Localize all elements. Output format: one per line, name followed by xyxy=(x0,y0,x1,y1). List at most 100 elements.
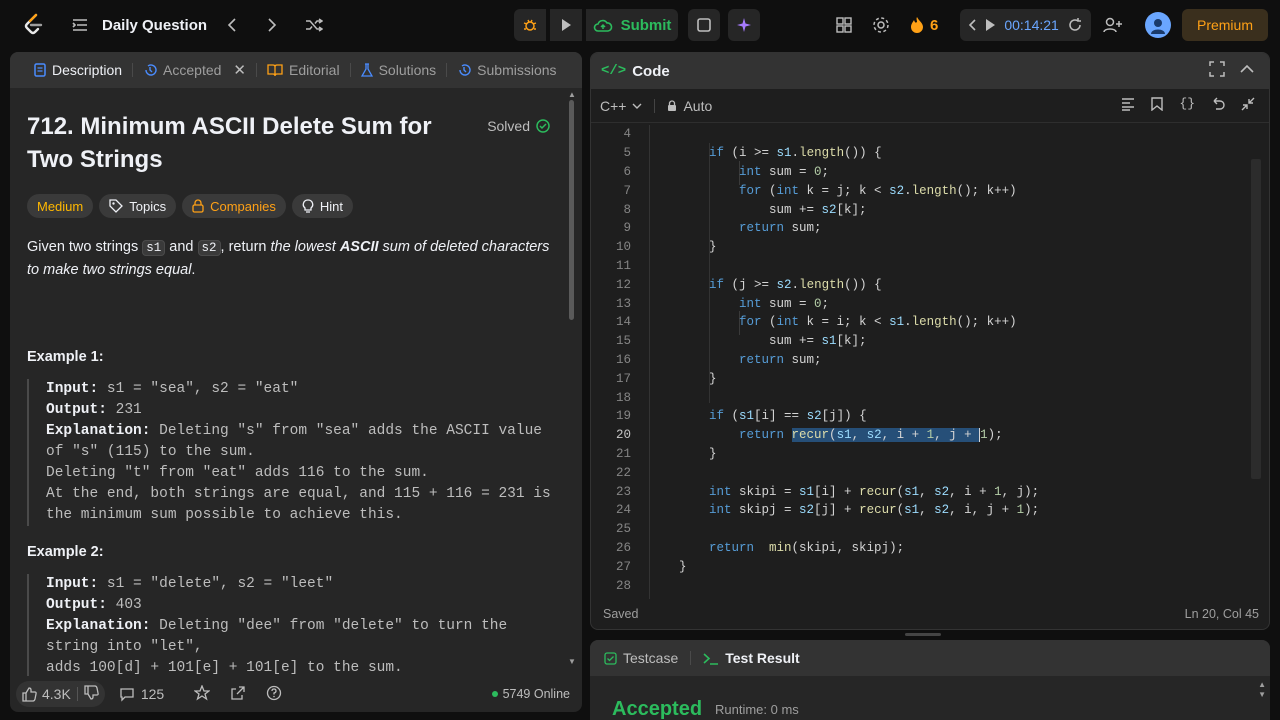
like-dislike-group: 4.3K xyxy=(16,681,105,707)
layout-icon[interactable] xyxy=(836,17,852,33)
undo-icon[interactable] xyxy=(1211,97,1225,111)
tab-test-result[interactable]: Test Result xyxy=(703,650,800,666)
description-footer: 4.3K 125 5749 Online xyxy=(10,676,582,712)
lock-icon xyxy=(668,99,677,111)
maximize-icon[interactable] xyxy=(1209,61,1225,77)
timer[interactable]: 00:14:21 xyxy=(960,9,1091,41)
topics-chip[interactable]: Topics xyxy=(99,194,177,218)
code-line: 21} xyxy=(615,446,717,461)
shuffle-icon[interactable] xyxy=(305,18,324,32)
run-button[interactable] xyxy=(550,9,582,41)
code-line: 19 if (s1[i] == s2[j]) { xyxy=(615,409,867,424)
premium-button[interactable]: Premium xyxy=(1182,9,1268,41)
page-title[interactable]: Daily Question xyxy=(102,17,207,34)
chevron-up-icon[interactable] xyxy=(1239,61,1255,77)
play-icon[interactable] xyxy=(984,18,996,32)
hint-chip[interactable]: Hint xyxy=(291,194,353,218)
collapse-icon[interactable] xyxy=(1241,97,1255,111)
bookmark-icon[interactable] xyxy=(1151,97,1164,111)
example-2-title: Example 2: xyxy=(27,544,104,560)
braces-icon[interactable]: {} xyxy=(1179,97,1195,111)
code-line: 13 int sum = 0; xyxy=(615,296,830,311)
lock-icon xyxy=(192,199,204,213)
code-editor[interactable]: 4 5 if (i >= s1.length()) { 6 int sum = 0;… xyxy=(591,125,1269,599)
companies-chip[interactable]: Companies xyxy=(182,194,286,218)
problem-description: Given two strings s1 and s2, return the … xyxy=(27,239,550,278)
description-scrollbar[interactable]: ▲ ▼ xyxy=(568,90,576,670)
add-user-icon[interactable] xyxy=(1103,17,1123,33)
test-tabs: Testcase Test Result xyxy=(590,640,1270,676)
language-select[interactable]: C++ xyxy=(600,98,642,114)
problem-list-icon[interactable] xyxy=(72,18,88,32)
streak-counter[interactable]: 6 xyxy=(910,16,938,34)
ai-assist-button[interactable] xyxy=(728,9,760,41)
leetcode-logo[interactable] xyxy=(20,12,46,38)
example-2: Input: s1 = "delete", s2 = "leet" Output… xyxy=(27,574,553,676)
companies-label: Companies xyxy=(210,198,276,214)
description-panel: Description Accepted ✕ Editorial Solutio… xyxy=(10,52,582,712)
submit-button[interactable]: Submit xyxy=(586,9,678,41)
star-icon[interactable] xyxy=(193,683,212,704)
lightbulb-icon xyxy=(302,199,314,213)
notes-button[interactable] xyxy=(688,9,720,41)
thumbs-up-icon[interactable]: 4.3K xyxy=(22,686,71,702)
tab-solutions[interactable]: Solutions xyxy=(351,52,447,88)
tab-submissions[interactable]: Submissions xyxy=(447,52,566,88)
code-line: 4 xyxy=(623,127,631,142)
code-line: 7 for (int k = j; k < s2.length(); k++) xyxy=(623,183,1017,198)
inline-code: s2 xyxy=(197,240,221,256)
avatar[interactable] xyxy=(1144,12,1171,38)
close-icon[interactable]: ✕ xyxy=(233,61,246,79)
chevron-left-icon[interactable] xyxy=(968,19,976,31)
tab-testcase[interactable]: Testcase xyxy=(604,650,678,666)
checkbox-icon xyxy=(604,651,617,665)
description-body: 712. Minimum ASCII Delete Sum for Two St… xyxy=(10,88,570,676)
format-icon[interactable] xyxy=(1121,97,1135,111)
code-panel: </> Code C++ Auto {} 4 5 if (i >= s1.len… xyxy=(590,52,1270,630)
example-1: Input: s1 = "sea", s2 = "eat" Output: 23… xyxy=(27,379,553,526)
problem-title[interactable]: 712. Minimum ASCII Delete Sum for Two St… xyxy=(27,110,467,176)
debug-button[interactable] xyxy=(514,9,546,41)
code-line: 28 xyxy=(615,578,631,593)
test-scrollbar[interactable]: ▲ ▼ xyxy=(1258,680,1266,700)
thumbs-down-icon[interactable] xyxy=(84,685,99,703)
reset-icon[interactable] xyxy=(1067,17,1083,33)
code-line: 11 xyxy=(615,258,631,273)
code-icon: </> xyxy=(601,63,627,79)
comment-icon xyxy=(120,687,134,702)
cursor-position: Ln 20, Col 45 xyxy=(1184,607,1259,621)
chevron-right-icon[interactable] xyxy=(267,18,277,32)
runtime: Runtime: 0 ms xyxy=(715,702,799,717)
gear-icon[interactable] xyxy=(872,16,890,34)
tab-editorial[interactable]: Editorial xyxy=(257,52,350,88)
code-line: 17} xyxy=(615,371,717,386)
solved-badge: Solved xyxy=(487,118,550,134)
code-line: 5 if (i >= s1.length()) { xyxy=(623,146,882,161)
tab-label: Submissions xyxy=(477,62,557,78)
code-line: 12 if (j >= s2.length()) { xyxy=(615,277,882,292)
document-icon xyxy=(34,63,46,77)
tag-chips: Medium Topics Companies Hint xyxy=(27,194,553,218)
comments-button[interactable]: 125 xyxy=(119,686,164,702)
code-line: 9 return sum; xyxy=(623,221,822,236)
result-status: Accepted xyxy=(612,698,703,720)
chevron-left-icon[interactable] xyxy=(227,18,237,32)
scroll-thumb[interactable] xyxy=(569,100,574,320)
code-line: 15 sum += s1[k]; xyxy=(615,334,867,349)
auto-mode-toggle[interactable]: Auto xyxy=(667,98,712,114)
code-line: 6 int sum = 0; xyxy=(623,164,830,179)
tab-accepted[interactable]: Accepted ✕ xyxy=(133,52,256,88)
share-icon[interactable] xyxy=(230,685,246,704)
editor-toolbar: C++ Auto {} xyxy=(591,89,1269,123)
test-panel: Testcase Test Result Accepted Runtime: 0… xyxy=(590,640,1270,720)
tab-description[interactable]: Description xyxy=(24,52,132,88)
difficulty-badge: Medium xyxy=(27,194,94,218)
like-count: 4.3K xyxy=(42,686,71,702)
code-title: Code xyxy=(632,62,670,80)
code-line: 27} xyxy=(615,559,687,574)
cloud-upload-icon xyxy=(593,19,612,32)
tag-icon xyxy=(109,199,124,213)
panel-resize-handle[interactable] xyxy=(905,633,941,636)
help-icon[interactable] xyxy=(266,685,282,704)
inline-code: s1 xyxy=(142,240,166,256)
